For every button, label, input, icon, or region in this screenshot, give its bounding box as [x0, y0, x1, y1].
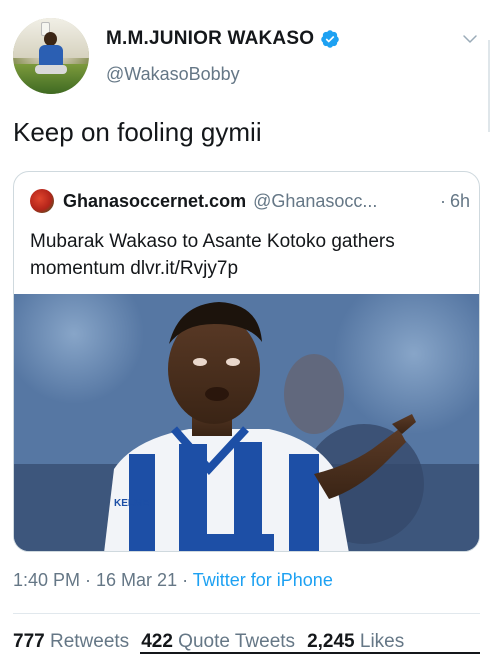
quoted-author-avatar[interactable] [30, 189, 54, 213]
quoted-tweet-header: Ghanasoccernet.com @Ghanasocc... · 6h [30, 188, 470, 214]
tweet-source-link[interactable]: Twitter for iPhone [193, 570, 333, 590]
tweet-meta: 1:40 PM · 16 Mar 21 · Twitter for iPhone [13, 570, 333, 591]
quoted-author-name[interactable]: Ghanasoccernet.com [63, 191, 246, 212]
quoted-tweet-photo[interactable]: KELME [14, 294, 479, 551]
quoted-timestamp[interactable]: 6h [450, 191, 470, 212]
quoted-tweet-card[interactable]: Ghanasoccernet.com @Ghanasocc... · 6h Mu… [13, 171, 480, 552]
quoted-separator: · [439, 190, 446, 211]
photo-illustration: KELME [14, 294, 479, 551]
quoted-tweet-text: Mubarak Wakaso to Asante Kotoko gathers … [30, 231, 395, 279]
tweet-body-text: Keep on fooling gymii [13, 117, 262, 147]
quote-tweets-count: 422 [141, 631, 173, 652]
likes-stat[interactable]: 2,245 Likes [307, 631, 404, 652]
tweet-timestamp[interactable]: 1:40 PM · 16 Mar 21 · [13, 570, 188, 590]
chevron-down-icon[interactable] [461, 30, 479, 48]
retweets-label: Retweets [49, 631, 130, 652]
author-avatar[interactable] [13, 18, 89, 94]
svg-text:KELME: KELME [114, 498, 149, 509]
stats-divider [13, 613, 480, 614]
retweets-stat[interactable]: 777 Retweets [13, 631, 129, 652]
stats-underline [140, 652, 480, 654]
likes-label: Likes [359, 631, 405, 652]
author-name-row[interactable]: M.M.JUNIOR WAKASO [106, 28, 340, 50]
quote-tweets-stat[interactable]: 422 Quote Tweets [141, 631, 295, 652]
author-handle[interactable]: @WakasoBobby [106, 64, 240, 85]
quote-tweets-label: Quote Tweets [178, 631, 296, 652]
tweet-header: M.M.JUNIOR WAKASO @WakasoBobby [13, 16, 483, 96]
likes-count: 2,245 [307, 631, 355, 652]
verified-badge-icon [321, 30, 339, 48]
engagement-stats: 777 Retweets 422 Quote Tweets 2,245 Likes [13, 631, 404, 653]
quoted-author-handle[interactable]: @Ghanasocc... [253, 191, 377, 212]
scroll-edge [488, 40, 490, 132]
retweets-count: 777 [13, 631, 45, 652]
author-display-name[interactable]: M.M.JUNIOR WAKASO [106, 28, 314, 50]
